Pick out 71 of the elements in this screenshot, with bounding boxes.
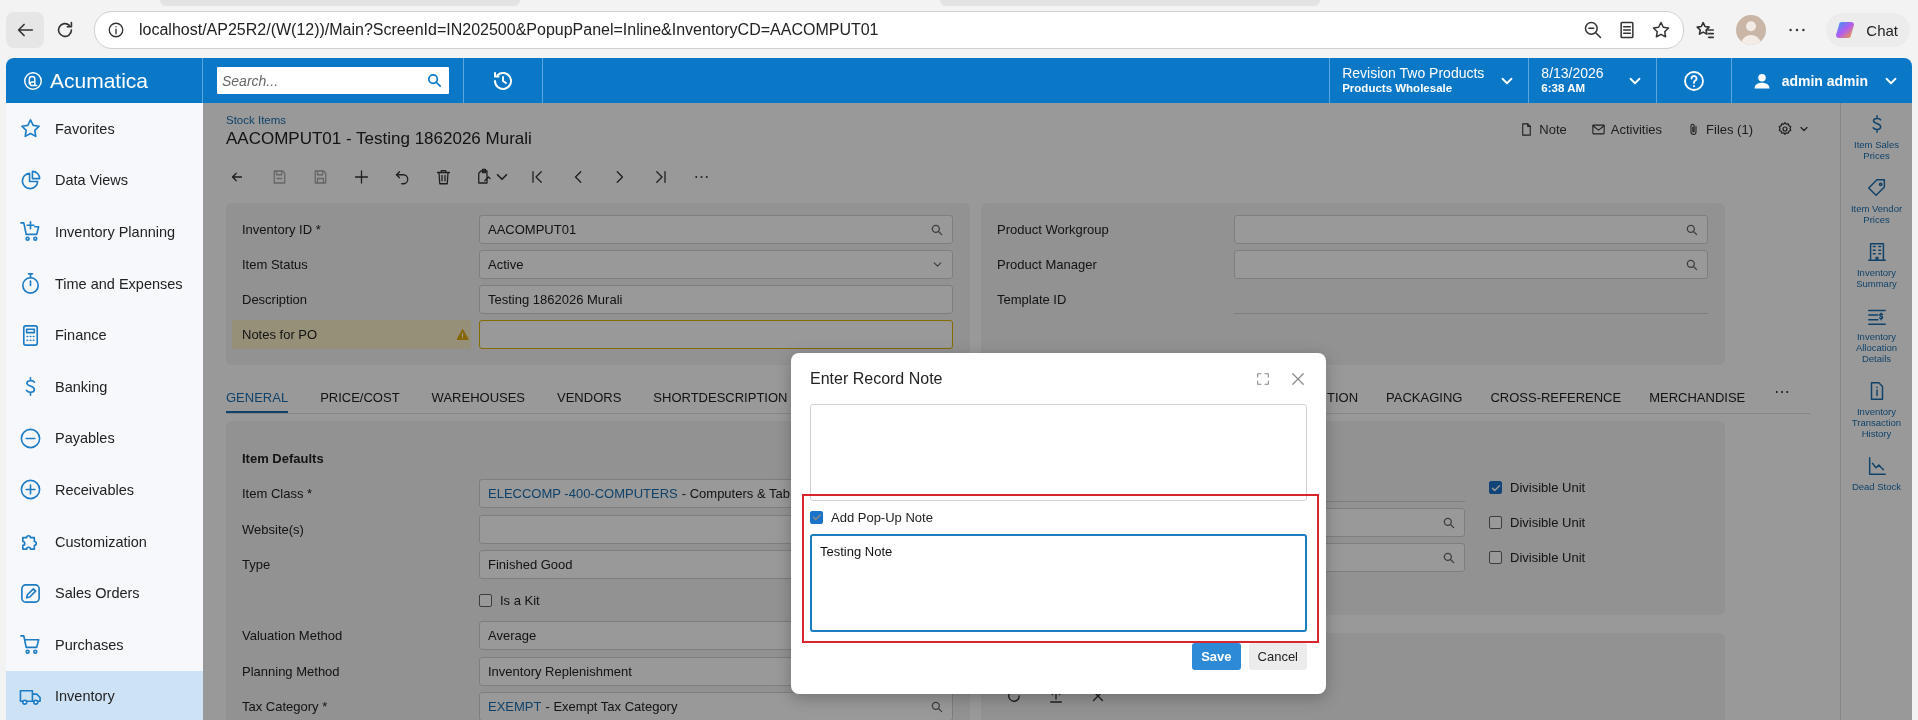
toolbar-link[interactable]: Files (1) <box>1686 121 1753 137</box>
side-panel-link[interactable]: Dead Stock <box>1843 455 1910 492</box>
date-text: 8/13/2026 <box>1541 65 1604 81</box>
class-link[interactable]: ELECCOMP -400-COMPUTERS <box>488 486 678 501</box>
tab[interactable]: SHORTDESCRIPTION <box>653 383 788 413</box>
sidebar-item[interactable]: Data Views <box>6 154 203 207</box>
time-text: 6:38 AM <box>1541 80 1586 96</box>
company-name: Revision Two Products <box>1342 65 1485 81</box>
toolbar-link[interactable]: Activities <box>1590 121 1663 137</box>
address-bar[interactable]: localhost/AP25R2/(W(12))/Main?ScreenId=IN202500&PopupPanel=Inline&InventoryCD=AACOMPUT01 <box>94 11 1685 49</box>
checkbox-label: Divisible Unit <box>1510 515 1586 530</box>
sidebar-item[interactable]: Favorites <box>6 103 203 155</box>
tab[interactable]: PACKAGING <box>1386 383 1463 413</box>
side-panel-link[interactable]: Inventory Summary <box>1843 241 1910 289</box>
field-value: - Exempt Tax Category <box>545 699 678 714</box>
side-panel-link[interactable]: Inventory Transaction History <box>1843 380 1910 439</box>
app-logo[interactable]: Acumatica <box>50 68 149 93</box>
sidebar-item[interactable]: Receivables <box>6 464 203 516</box>
breadcrumb-link[interactable]: Stock Items <box>226 114 532 126</box>
toolbar-link[interactable]: Note <box>1519 121 1567 137</box>
field-label: Planning Method <box>242 663 340 679</box>
field-label: Tax Category * <box>242 699 328 714</box>
field-label: Valuation Method <box>242 628 343 643</box>
tab[interactable]: TION <box>1327 383 1359 413</box>
sidebar-item[interactable]: Purchases <box>6 618 203 671</box>
tab[interactable]: MERCHANDISE <box>1649 383 1746 413</box>
page-title: AACOMPUT01 - Testing 1862026 Murali <box>226 129 532 149</box>
field-value: - Computers & Tab <box>681 486 790 501</box>
checkbox-label: Divisible Unit <box>1510 480 1586 495</box>
section-heading: Item Defaults <box>242 450 325 468</box>
tab[interactable]: CROSS-REFERENCE <box>1490 383 1622 413</box>
dropdown-field[interactable]: Active <box>479 250 953 279</box>
tab[interactable]: PRICE/COST <box>320 383 400 413</box>
dialog-button[interactable]: Save <box>1192 643 1241 670</box>
dialog-button[interactable]: Cancel <box>1248 643 1307 670</box>
popup-note-field[interactable]: Testing Note <box>810 534 1307 632</box>
sidebar-item[interactable]: Payables <box>6 412 203 465</box>
field-label: Product Workgroup <box>997 222 1109 237</box>
field-label: Product Manager <box>997 257 1097 272</box>
field-label: Type <box>242 557 271 572</box>
field-label: Template ID <box>997 292 1067 307</box>
branch-name: Products Wholesale <box>1342 80 1454 96</box>
class-link[interactable]: EXEMPT <box>488 699 542 714</box>
dialog-title: Enter Record Note <box>810 369 944 388</box>
field-label: Item Class * <box>242 486 313 501</box>
field-label: Item Status <box>242 257 308 272</box>
sidebar-item[interactable]: Inventory Planning <box>6 206 203 258</box>
text-field[interactable]: Testing 1862026 Murali <box>479 285 953 314</box>
field-label: Notes for PO <box>242 327 318 342</box>
side-panel-link[interactable]: Item Vendor Prices <box>1843 177 1910 225</box>
checkbox-label: Divisible Unit <box>1510 550 1586 565</box>
tab[interactable]: WAREHOUSES <box>431 383 526 413</box>
search-field[interactable]: Search... <box>217 67 449 94</box>
search-field[interactable]: AACOMPUT01 <box>479 215 953 244</box>
sidebar-item[interactable]: Time and Expenses <box>6 257 203 310</box>
side-panel-link[interactable]: Item Sales Prices <box>1843 113 1910 161</box>
sidebar-item[interactable]: Banking <box>6 360 203 413</box>
sidebar-item[interactable]: Finance <box>6 309 203 361</box>
checkbox-label: Is a Kit <box>500 592 540 608</box>
tab[interactable]: VENDORS <box>557 383 622 413</box>
sidebar-item[interactable]: Sales Orders <box>6 567 203 619</box>
checkbox-label: Add Pop-Up Note <box>831 509 933 525</box>
chat-button[interactable]: Chat <box>1826 13 1910 47</box>
field-label: Website(s) <box>242 521 304 537</box>
sidebar-item[interactable]: Inventory <box>6 670 203 720</box>
field-label: Inventory ID * <box>242 222 321 237</box>
search-field[interactable]: EXEMPT - Exempt Tax Category <box>479 692 953 720</box>
tab[interactable]: GENERAL <box>226 383 289 413</box>
side-panel-link[interactable]: Inventory Allocation Details <box>1843 305 1910 364</box>
field-label: Description <box>242 292 308 307</box>
sidebar-item[interactable]: Customization <box>6 515 203 568</box>
